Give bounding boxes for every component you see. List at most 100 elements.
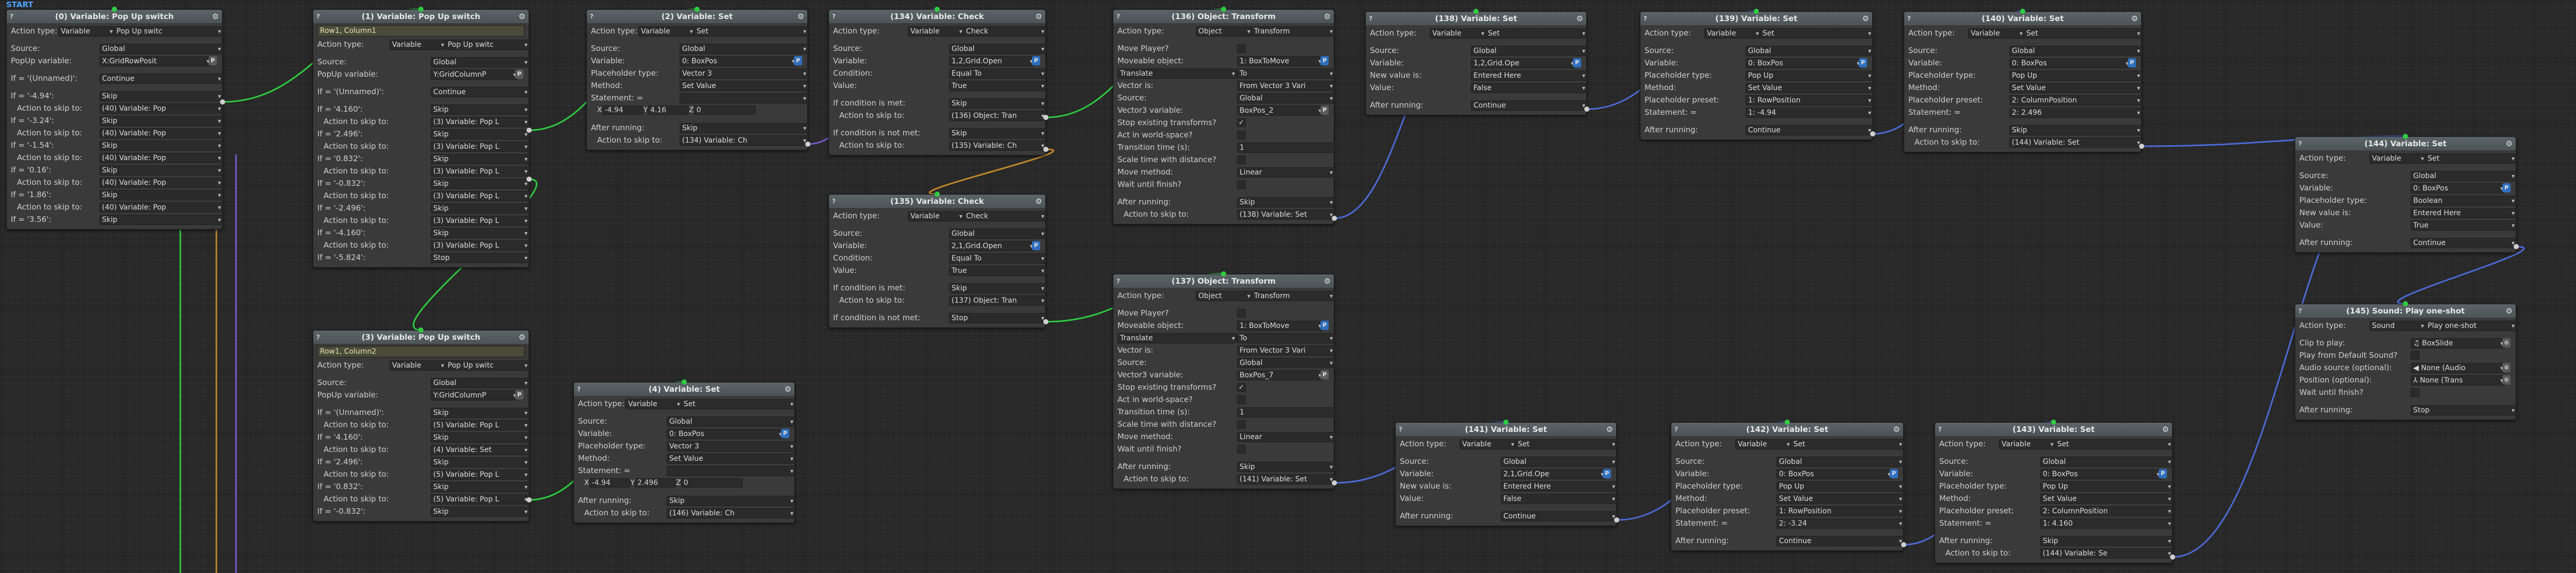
placeholder-type-field[interactable]: Boolean <box>2411 196 2517 206</box>
vector3-field[interactable]: X -4.94 Y 2.496 Z 0 <box>584 478 743 488</box>
variable-field[interactable]: 0: BoxPos <box>680 56 797 66</box>
action-category-dropdown[interactable]: Sound <box>2369 321 2426 331</box>
after-running-field[interactable]: Skip <box>1237 462 1335 472</box>
transform-direction-dropdown[interactable]: To <box>1237 333 1335 343</box>
help-icon[interactable]: ? <box>577 383 581 396</box>
statement-field[interactable] <box>667 466 795 476</box>
action-type-dropdown[interactable]: Set <box>2024 28 2142 39</box>
node-n138[interactable]: ? (138) Variable: Set ⚙ Action type: Variabl… <box>1365 9 1587 115</box>
gear-icon[interactable]: ⚙ <box>1036 10 1042 23</box>
action-type-dropdown[interactable]: Pop Up switc <box>445 40 530 50</box>
popup-variable-field[interactable]: Y:GridColumnP <box>431 390 518 401</box>
action-type-dropdown[interactable]: Set <box>694 26 808 37</box>
source-field[interactable]: Global <box>1237 358 1335 368</box>
play-from-default-sound-checkbox[interactable] <box>2411 351 2419 360</box>
node-n3[interactable]: ? (3) Variable: Pop Up switch ⚙ Row1, Colum… <box>313 327 530 522</box>
action-category-dropdown[interactable]: Variable <box>1704 28 1761 39</box>
action-type-dropdown[interactable]: Check <box>963 211 1046 221</box>
method-field[interactable]: Set Value <box>2009 83 2142 93</box>
help-icon[interactable]: ? <box>1938 423 1942 436</box>
parameter-button[interactable]: P <box>1603 469 1611 478</box>
output-pin[interactable] <box>1901 542 1906 547</box>
parameter-button[interactable]: P <box>1320 106 1329 115</box>
action-category-dropdown[interactable]: Variable <box>1460 439 1516 449</box>
method-field[interactable]: Set Value <box>680 81 808 91</box>
method-field[interactable]: Set Value <box>1745 83 1873 93</box>
condition-field[interactable]: Equal To <box>949 68 1046 79</box>
node-n137[interactable]: ? (137) Object: Transform ⚙ Action type: Obj… <box>1113 271 1335 489</box>
source-field[interactable]: Global <box>99 44 223 54</box>
if-0-832-field[interactable]: Skip <box>431 179 530 189</box>
output-pin[interactable] <box>527 128 532 133</box>
action-to-skip-to-field[interactable]: (138) Variable: Set <box>1237 210 1335 220</box>
value-field[interactable]: False <box>1501 494 1617 504</box>
if-0-832-field[interactable]: Skip <box>431 507 530 517</box>
parameter-button[interactable]: P <box>1032 241 1040 250</box>
variable-field[interactable]: 0: BoxPos <box>2411 183 2505 194</box>
if-0-832-field[interactable]: Skip <box>431 482 530 492</box>
parameter-button[interactable]: P <box>2159 469 2167 478</box>
vector3-variable-field[interactable]: BoxPos_2 <box>1237 106 1324 116</box>
action-to-skip-to-field[interactable]: (40) Variable: Pop <box>99 202 223 213</box>
if-2-496-field[interactable]: Skip <box>431 129 530 140</box>
output-pin[interactable] <box>2170 554 2175 560</box>
placeholder-type-field[interactable]: Pop Up <box>1745 71 1873 81</box>
help-icon[interactable]: ? <box>1907 12 1911 25</box>
if-1-54-field[interactable]: Skip <box>99 141 223 151</box>
source-field[interactable]: Global <box>1501 457 1617 467</box>
variable-field[interactable]: 2,1,Grid.Ope <box>1501 469 1606 479</box>
source-field[interactable]: Global <box>2009 46 2142 56</box>
input-pin[interactable] <box>1221 271 1226 276</box>
input-pin[interactable] <box>694 7 700 12</box>
action-type-dropdown[interactable]: Pop Up switc <box>114 26 223 37</box>
action-to-skip-to-field[interactable]: (40) Variable: Pop <box>99 103 223 114</box>
parameter-button[interactable]: P <box>1320 370 1329 379</box>
statement-field[interactable]: 1: 4.160 <box>2040 518 2173 529</box>
node-n140[interactable]: ? (140) Variable: Set ⚙ Action type: Variabl… <box>1904 9 2142 152</box>
action-type-dropdown[interactable]: Pop Up switc <box>445 360 530 371</box>
gear-icon[interactable]: ⚙ <box>798 10 804 23</box>
action-type-dropdown[interactable]: Set <box>2055 439 2173 449</box>
gear-icon[interactable]: ⚙ <box>1577 12 1583 25</box>
action-category-dropdown[interactable]: Variable <box>638 26 695 37</box>
act-in-world-space-checkbox[interactable] <box>1237 131 1246 140</box>
placeholder-type-field[interactable]: Pop Up <box>2009 71 2142 81</box>
variable-field[interactable]: 0: BoxPos <box>2009 58 2131 68</box>
gear-icon[interactable]: ⚙ <box>1036 195 1042 208</box>
action-category-dropdown[interactable]: Object <box>1196 26 1252 37</box>
help-icon[interactable]: ? <box>1116 274 1120 288</box>
source-field[interactable]: Global <box>2411 171 2517 181</box>
action-category-dropdown[interactable]: Variable <box>908 26 964 37</box>
output-pin[interactable] <box>1332 216 1337 221</box>
new-value-is-field[interactable]: Entered Here <box>2411 208 2517 218</box>
after-running-field[interactable]: Skip <box>667 496 795 506</box>
object-picker-icon[interactable]: ⊙ <box>2502 363 2511 372</box>
parameter-button[interactable]: P <box>794 56 802 65</box>
if-condition-is-met-field[interactable]: Skip <box>949 283 1046 293</box>
if-condition-is-not-met-field[interactable]: Skip <box>949 128 1046 138</box>
if-condition-is-not-met-field[interactable]: Stop <box>949 313 1046 323</box>
placeholder-preset-field[interactable]: 2: ColumnPosition <box>2009 95 2142 106</box>
variable-field[interactable]: 1,2,Grid.Open <box>949 56 1035 66</box>
action-to-skip-to-field[interactable]: (144) Variable: Set <box>2009 137 2142 148</box>
input-pin[interactable] <box>1785 420 1790 425</box>
input-pin[interactable] <box>1221 7 1226 12</box>
parameter-button[interactable]: P <box>515 70 523 79</box>
help-icon[interactable]: ? <box>832 10 836 23</box>
input-pin[interactable] <box>1754 9 1759 14</box>
action-to-skip-to-field[interactable]: (3) Variable: Pop L <box>431 216 530 226</box>
after-running-field[interactable]: Skip <box>2040 536 2173 546</box>
action-type-dropdown[interactable]: Transform <box>1251 291 1335 301</box>
placeholder-type-field[interactable]: Vector 3 <box>680 68 808 79</box>
popup-variable-field[interactable]: Y:GridColumnP <box>431 70 518 80</box>
gear-icon[interactable]: ⚙ <box>519 331 526 344</box>
input-pin[interactable] <box>2051 420 2056 425</box>
if-4-160-field[interactable]: Skip <box>431 432 530 443</box>
input-pin[interactable] <box>1503 420 1509 425</box>
variable-field[interactable]: 0: BoxPos <box>2040 469 2162 479</box>
help-icon[interactable]: ? <box>590 10 594 23</box>
output-pin[interactable] <box>1332 480 1337 485</box>
node-n139[interactable]: ? (139) Variable: Set ⚙ Action type: Variabl… <box>1640 9 1873 140</box>
placeholder-type-field[interactable]: Vector 3 <box>667 441 795 452</box>
z-value-field[interactable]: 0 <box>693 106 756 115</box>
